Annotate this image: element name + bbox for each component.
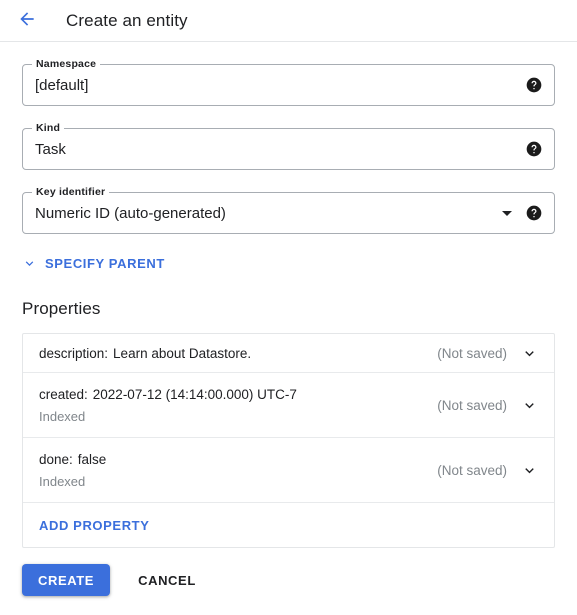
key-identifier-select[interactable]: Key identifier Numeric ID (auto-generate… — [22, 186, 555, 234]
property-main: done: false Indexed — [39, 452, 425, 489]
property-line: done: false — [39, 452, 425, 467]
chevron-down-icon — [22, 256, 37, 271]
help-icon[interactable] — [526, 77, 542, 93]
create-button[interactable]: CREATE — [22, 564, 111, 596]
form-actions: CREATE CANCEL — [22, 564, 555, 596]
help-icon[interactable] — [526, 205, 542, 221]
properties-heading: Properties — [22, 299, 101, 318]
app-header: Create an entity — [0, 0, 577, 42]
property-value: Learn about Datastore. — [113, 345, 252, 361]
help-icon[interactable] — [526, 141, 542, 157]
chevron-down-icon[interactable] — [521, 397, 538, 414]
kind-field-value[interactable]: Task — [23, 141, 526, 158]
table-row[interactable]: created: 2022-07-12 (14:14:00.000) UTC-7 … — [23, 373, 554, 438]
chevron-down-icon[interactable] — [521, 462, 538, 479]
property-main: description: Learn about Datastore. — [39, 346, 425, 361]
cancel-button[interactable]: CANCEL — [126, 564, 208, 596]
property-line: created: 2022-07-12 (14:14:00.000) UTC-7 — [39, 387, 425, 402]
property-name: description: — [39, 345, 109, 361]
add-property-row[interactable]: ADD PROPERTY — [23, 503, 554, 547]
property-value: 2022-07-12 (14:14:00.000) UTC-7 — [92, 386, 297, 402]
table-row[interactable]: done: false Indexed (Not saved) — [23, 438, 554, 503]
status-badge: (Not saved) — [437, 345, 507, 361]
specify-parent-label: SPECIFY PARENT — [45, 256, 165, 271]
namespace-field-label: Namespace — [32, 58, 101, 70]
property-name: done: — [39, 451, 73, 467]
status-badge: (Not saved) — [437, 397, 507, 413]
property-index-state: Indexed — [39, 408, 86, 424]
property-value: false — [77, 451, 107, 467]
table-row[interactable]: description: Learn about Datastore. (Not … — [23, 334, 554, 373]
arrow-left-icon — [17, 9, 37, 32]
status-badge: (Not saved) — [437, 462, 507, 478]
property-name: created: — [39, 386, 88, 402]
specify-parent-toggle[interactable]: SPECIFY PARENT — [22, 256, 165, 271]
key-identifier-label: Key identifier — [32, 186, 110, 198]
property-line: description: Learn about Datastore. — [39, 346, 425, 361]
kind-field[interactable]: Kind Task — [22, 122, 555, 170]
property-status-group: (Not saved) — [437, 462, 538, 479]
page-title: Create an entity — [66, 10, 188, 30]
namespace-field[interactable]: Namespace [default] — [22, 58, 555, 106]
property-index-state: Indexed — [39, 473, 86, 489]
namespace-field-value[interactable]: [default] — [23, 77, 526, 94]
property-status-group: (Not saved) — [437, 397, 538, 414]
key-identifier-value[interactable]: Numeric ID (auto-generated) — [23, 205, 502, 222]
chevron-down-icon[interactable] — [521, 345, 538, 362]
back-button[interactable] — [14, 8, 40, 34]
properties-card: description: Learn about Datastore. (Not … — [22, 333, 555, 548]
property-main: created: 2022-07-12 (14:14:00.000) UTC-7 … — [39, 387, 425, 424]
dropdown-arrow-icon[interactable] — [502, 210, 512, 216]
form-content: Namespace [default] Kind Task Key identi… — [0, 58, 577, 596]
kind-field-label: Kind — [32, 122, 65, 134]
property-status-group: (Not saved) — [437, 345, 538, 362]
add-property-label: ADD PROPERTY — [39, 517, 150, 533]
